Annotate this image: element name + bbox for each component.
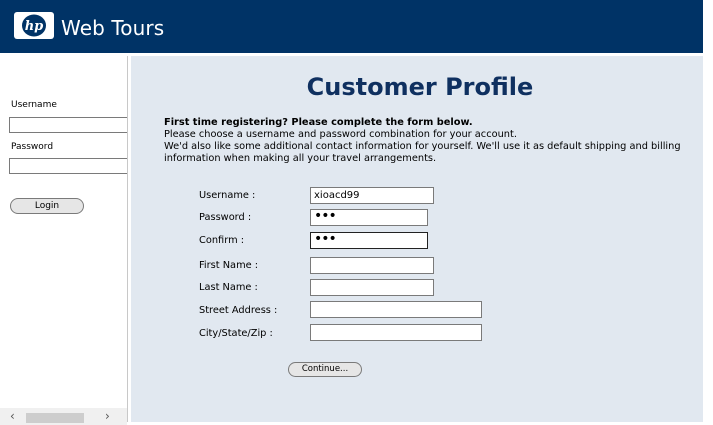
confirm-field-label: Confirm : — [199, 235, 245, 246]
confirm-password-field[interactable]: ••• — [310, 232, 428, 249]
continue-button[interactable]: Continue... — [288, 362, 362, 377]
username-label: Username — [11, 100, 57, 110]
profile-panel: Customer Profile First time registering?… — [131, 56, 703, 422]
password-field-label: Password : — [199, 212, 252, 223]
username-field[interactable] — [310, 187, 434, 204]
last-name-label: Last Name : — [199, 282, 258, 293]
sidebar-password-input[interactable] — [9, 158, 127, 174]
first-name-field[interactable] — [310, 257, 434, 274]
chevron-right-icon[interactable]: › — [105, 409, 110, 423]
intro-text: First time registering? Please complete … — [164, 117, 694, 165]
login-button[interactable]: Login — [10, 198, 84, 214]
password-label: Password — [11, 142, 54, 152]
street-address-label: Street Address : — [199, 305, 278, 316]
street-address-field[interactable] — [310, 301, 482, 318]
username-field-label: Username : — [199, 190, 256, 201]
intro-line-1: Please choose a username and password co… — [164, 129, 517, 140]
app-header: hp Web Tours — [0, 0, 703, 53]
last-name-field[interactable] — [310, 279, 434, 296]
city-state-zip-label: City/State/Zip : — [199, 328, 273, 339]
scrollbar-thumb[interactable] — [26, 413, 84, 423]
hp-logo: hp — [14, 12, 54, 39]
password-field[interactable]: ••• — [310, 209, 428, 226]
login-sidebar: Username Password Login ‹ › — [0, 56, 128, 425]
window-edge — [703, 0, 713, 53]
chevron-left-icon[interactable]: ‹ — [10, 409, 15, 423]
sidebar-username-input[interactable] — [9, 117, 127, 133]
brand-title: Web Tours — [61, 16, 165, 40]
city-state-zip-field[interactable] — [310, 324, 482, 341]
intro-heading: First time registering? Please complete … — [164, 117, 473, 128]
svg-text:hp: hp — [25, 19, 44, 34]
first-name-label: First Name : — [199, 260, 259, 271]
intro-line-2: We'd also like some additional contact i… — [164, 141, 681, 164]
horizontal-scrollbar[interactable]: ‹ › — [0, 408, 127, 425]
window-edge-right — [703, 56, 713, 425]
page-title: Customer Profile — [306, 73, 534, 101]
